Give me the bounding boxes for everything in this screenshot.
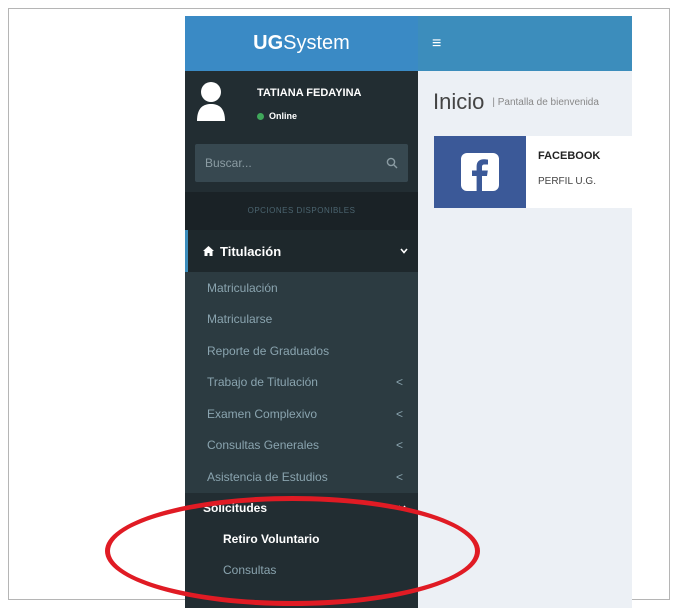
menu-item-solicitudes-label: Solicitudes [203, 501, 268, 515]
facebook-icon-box [434, 136, 526, 208]
menu-item-label: Retiro Voluntario [223, 532, 320, 546]
chevron-left-icon: < [395, 406, 403, 421]
info-box-subtitle: PERFIL U.G. [538, 176, 596, 187]
submenu-titulacion: Matriculación Matricularse Reporte de Gr… [185, 272, 418, 493]
menu-item-label: Consultas [223, 563, 277, 577]
search-input[interactable]: Buscar... [195, 144, 408, 182]
hamburger-menu-icon[interactable]: ≡ [432, 35, 441, 53]
sidebar: UG System TATIANA FEDAYINA Online Buscar.… [185, 16, 418, 608]
menu-item-solicitudes[interactable]: Solicitudes [185, 492, 418, 524]
facebook-icon [461, 153, 499, 191]
search-placeholder: Buscar... [205, 156, 252, 170]
facebook-info-box[interactable]: FACEBOOK PERFIL U.G. [434, 136, 632, 208]
page-title: Inicio [433, 89, 485, 114]
user-name: TATIANA FEDAYINA [257, 87, 362, 99]
menu-item-examen-complexivo[interactable]: Examen Complexivo < [185, 398, 418, 430]
top-navbar: ≡ [418, 16, 632, 71]
user-avatar-icon [197, 82, 225, 121]
menu-item-matricularse[interactable]: Matricularse [185, 304, 418, 336]
menu-item-reporte-graduados[interactable]: Reporte de Graduados [185, 335, 418, 367]
menu-item-label: Trabajo de Titulación [207, 375, 318, 390]
app-logo[interactable]: UG System [185, 16, 418, 71]
online-dot-icon [257, 112, 264, 120]
user-status: Online [257, 111, 297, 121]
chevron-left-icon: < [395, 375, 403, 390]
menu-item-titulacion-label: Titulación [220, 243, 282, 259]
logo-rest: System [283, 32, 350, 54]
menu-item-consultas-generales[interactable]: Consultas Generales < [185, 430, 418, 462]
chevron-down-icon [398, 505, 406, 511]
info-box-title: FACEBOOK [538, 150, 601, 162]
menu-item-label: Reporte de Graduados [207, 343, 330, 358]
user-panel: TATIANA FEDAYINA Online [185, 71, 418, 139]
menu-item-label: Matriculación [207, 280, 278, 295]
chevron-down-icon [400, 248, 408, 254]
menu-item-retiro-voluntario[interactable]: Retiro Voluntario [185, 524, 418, 555]
user-status-label: Online [269, 111, 298, 121]
menu-item-label: Asistencia de Estudios [207, 469, 328, 484]
menu-item-titulacion[interactable]: Titulación [185, 230, 418, 272]
logo-bold: UG [253, 32, 284, 54]
chevron-left-icon: < [395, 438, 403, 453]
info-box-text: FACEBOOK PERFIL U.G. [526, 136, 600, 208]
menu-item-consultas[interactable]: Consultas [185, 555, 418, 586]
submenu-solicitudes: Retiro Voluntario Consultas [185, 523, 418, 586]
nav-header: OPCIONES DISPONIBLES [185, 192, 418, 230]
search-icon[interactable] [386, 157, 398, 169]
menu-item-titulacion-label-wrap: Titulación [203, 244, 281, 259]
menu-item-label: Examen Complexivo [207, 406, 318, 421]
content-header: Inicio | Pantalla de bienvenida [418, 71, 632, 133]
menu-item-trabajo-titulacion[interactable]: Trabajo de Titulación < [185, 367, 418, 399]
menu-item-label: Consultas Generales [207, 438, 320, 453]
home-icon [203, 246, 214, 256]
page-subtitle: | Pantalla de bienvenida [492, 96, 599, 108]
menu-item-matriculacion[interactable]: Matriculación [185, 272, 418, 304]
app-window: UG System TATIANA FEDAYINA Online Buscar.… [185, 16, 632, 608]
menu-item-asistencia[interactable]: Asistencia de Estudios < [185, 461, 418, 493]
chevron-left-icon: < [395, 469, 403, 484]
menu-item-label: Matricularse [207, 312, 273, 327]
